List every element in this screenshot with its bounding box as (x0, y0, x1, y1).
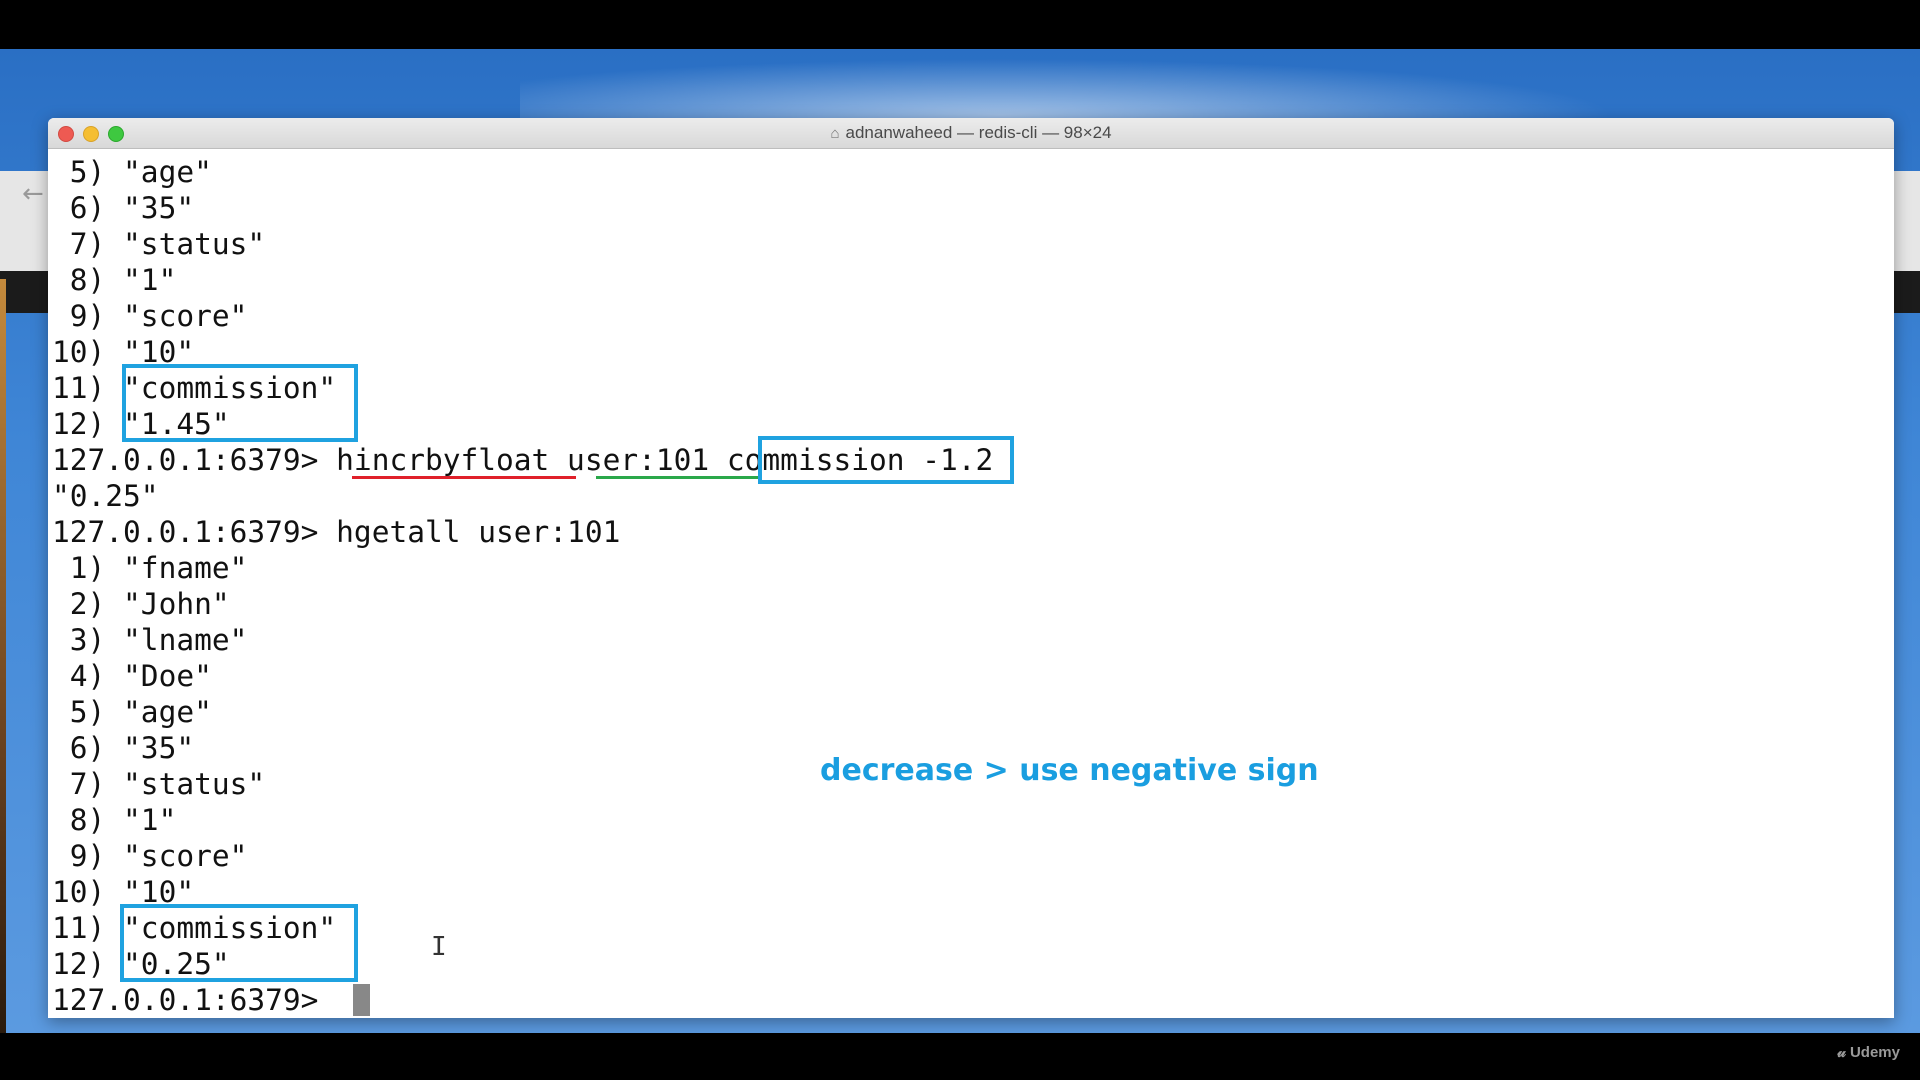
terminal-line: 9) "score" (52, 839, 248, 873)
home-icon: ⌂ (830, 125, 840, 142)
terminal-line: 7) "status" (52, 767, 266, 801)
highlight-box-before (122, 364, 358, 442)
terminal-line: 2) "John" (52, 587, 230, 621)
terminal-line: 6) "35" (52, 191, 195, 225)
terminal-output[interactable]: 5) "age" 6) "35" 7) "status" 8) "1" 9) "… (48, 154, 1894, 1017)
terminal-line: 8) "1" (52, 803, 177, 837)
terminal-line: 8) "1" (52, 263, 177, 297)
udemy-watermark: 𝓊 Udemy (1837, 1044, 1900, 1061)
terminal-window: ⌂ adnanwaheed — redis-cli — 98×24 5) "age… (48, 118, 1894, 1018)
terminal-line: 1) "fname" (52, 551, 248, 585)
underline-command (352, 476, 576, 479)
annotation-text: decrease > use negative sign (820, 753, 1319, 788)
back-arrow-icon[interactable]: ← (22, 179, 44, 209)
command-result: "0.25" (52, 479, 159, 513)
window-title-wrap: ⌂ adnanwaheed — redis-cli — 98×24 (48, 118, 1894, 148)
highlight-box-command-args (758, 436, 1014, 484)
terminal-line: 4) "Doe" (52, 659, 212, 693)
text-ibeam-icon: I (431, 932, 447, 962)
highlight-box-after (120, 904, 358, 982)
underline-key (596, 476, 758, 479)
terminal-line: 3) "lname" (52, 623, 248, 657)
terminal-line: 5) "age" (52, 695, 212, 729)
command-line: 127.0.0.1:6379> hgetall user:101 (52, 515, 621, 549)
title-bar[interactable]: ⌂ adnanwaheed — redis-cli — 98×24 (48, 118, 1894, 149)
watermark-text: Udemy (1849, 1044, 1900, 1061)
terminal-cursor (353, 984, 370, 1016)
prompt-line: 127.0.0.1:6379> (52, 983, 337, 1017)
terminal-line: 5) "age" (52, 155, 212, 189)
desktop-edge (0, 279, 6, 1033)
terminal-line: 9) "score" (52, 299, 248, 333)
terminal-line: 7) "status" (52, 227, 266, 261)
udemy-logo-icon: 𝓊 (1837, 1044, 1846, 1061)
terminal-line: 6) "35" (52, 731, 195, 765)
window-title: adnanwaheed — redis-cli — 98×24 (845, 123, 1112, 142)
